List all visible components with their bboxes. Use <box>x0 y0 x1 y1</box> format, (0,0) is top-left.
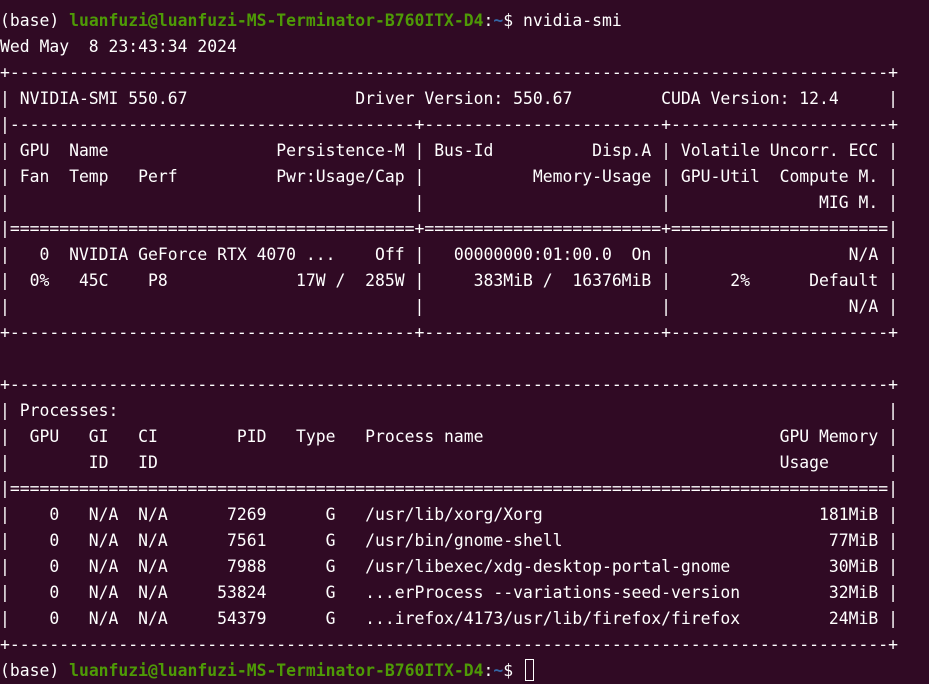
output-line: | 0 N/A N/A 7561 G /usr/bin/gnome-shell … <box>0 531 898 550</box>
output-line: | Fan Temp Perf Pwr:Usage/Cap | Memory-U… <box>0 167 898 186</box>
output-line: | | | MIG M. | <box>0 193 898 212</box>
prompt-path: ~ <box>493 661 504 680</box>
output-line: | NVIDIA-SMI 550.67 Driver Version: 550.… <box>0 89 898 108</box>
prompt-symbol: $ <box>503 11 524 30</box>
output-line: | 0 NVIDIA GeForce RTX 4070 ... Off | 00… <box>0 245 898 264</box>
output-line: | GPU GI CI PID Type Process name GPU Me… <box>0 427 898 446</box>
output-line: | ID ID Usage | <box>0 453 898 472</box>
current-prompt-line[interactable]: (base) luanfuzi@luanfuzi-MS-Terminator-B… <box>0 658 929 684</box>
output-line: | 0 N/A N/A 7269 G /usr/lib/xorg/Xorg 18… <box>0 505 898 524</box>
command-prompt-line: (base) luanfuzi@luanfuzi-MS-Terminator-B… <box>0 8 929 34</box>
output-line: | 0 N/A N/A 7988 G /usr/libexec/xdg-desk… <box>0 557 898 576</box>
output-line: +---------------------------------------… <box>0 375 898 394</box>
prompt-env: (base) <box>0 11 70 30</box>
output-line: | Processes: | <box>0 401 898 420</box>
command-text: nvidia-smi <box>523 11 622 30</box>
output-line: |=======================================… <box>0 479 898 498</box>
output-line: +---------------------------------------… <box>0 635 898 654</box>
prompt-separator: : <box>483 661 494 680</box>
prompt-symbol: $ <box>503 661 524 680</box>
output-line: Wed May 8 23:43:34 2024 <box>0 37 237 56</box>
prompt-env: (base) <box>0 661 70 680</box>
output-line: | 0% 45C P8 17W / 285W | 383MiB / 16376M… <box>0 271 898 290</box>
terminal-window[interactable]: (base) luanfuzi@luanfuzi-MS-Terminator-B… <box>0 0 929 684</box>
output-line: | 0 N/A N/A 53824 G ...erProcess --varia… <box>0 583 898 602</box>
output-line: | 0 N/A N/A 54379 G ...irefox/4173/usr/l… <box>0 609 898 628</box>
output-line: |=======================================… <box>0 219 898 238</box>
prompt-path: ~ <box>493 11 504 30</box>
prompt-user-host: luanfuzi@luanfuzi-MS-Terminator-B760ITX-… <box>69 661 484 680</box>
prompt-user-host: luanfuzi@luanfuzi-MS-Terminator-B760ITX-… <box>69 11 484 30</box>
prompt-separator: : <box>483 11 494 30</box>
output-line: +---------------------------------------… <box>0 323 898 342</box>
output-line: | | | N/A | <box>0 297 898 316</box>
output-line: | GPU Name Persistence-M | Bus-Id Disp.A… <box>0 141 898 160</box>
output-line: +---------------------------------------… <box>0 63 898 82</box>
output-line: |---------------------------------------… <box>0 115 898 134</box>
text-cursor[interactable] <box>525 659 535 681</box>
